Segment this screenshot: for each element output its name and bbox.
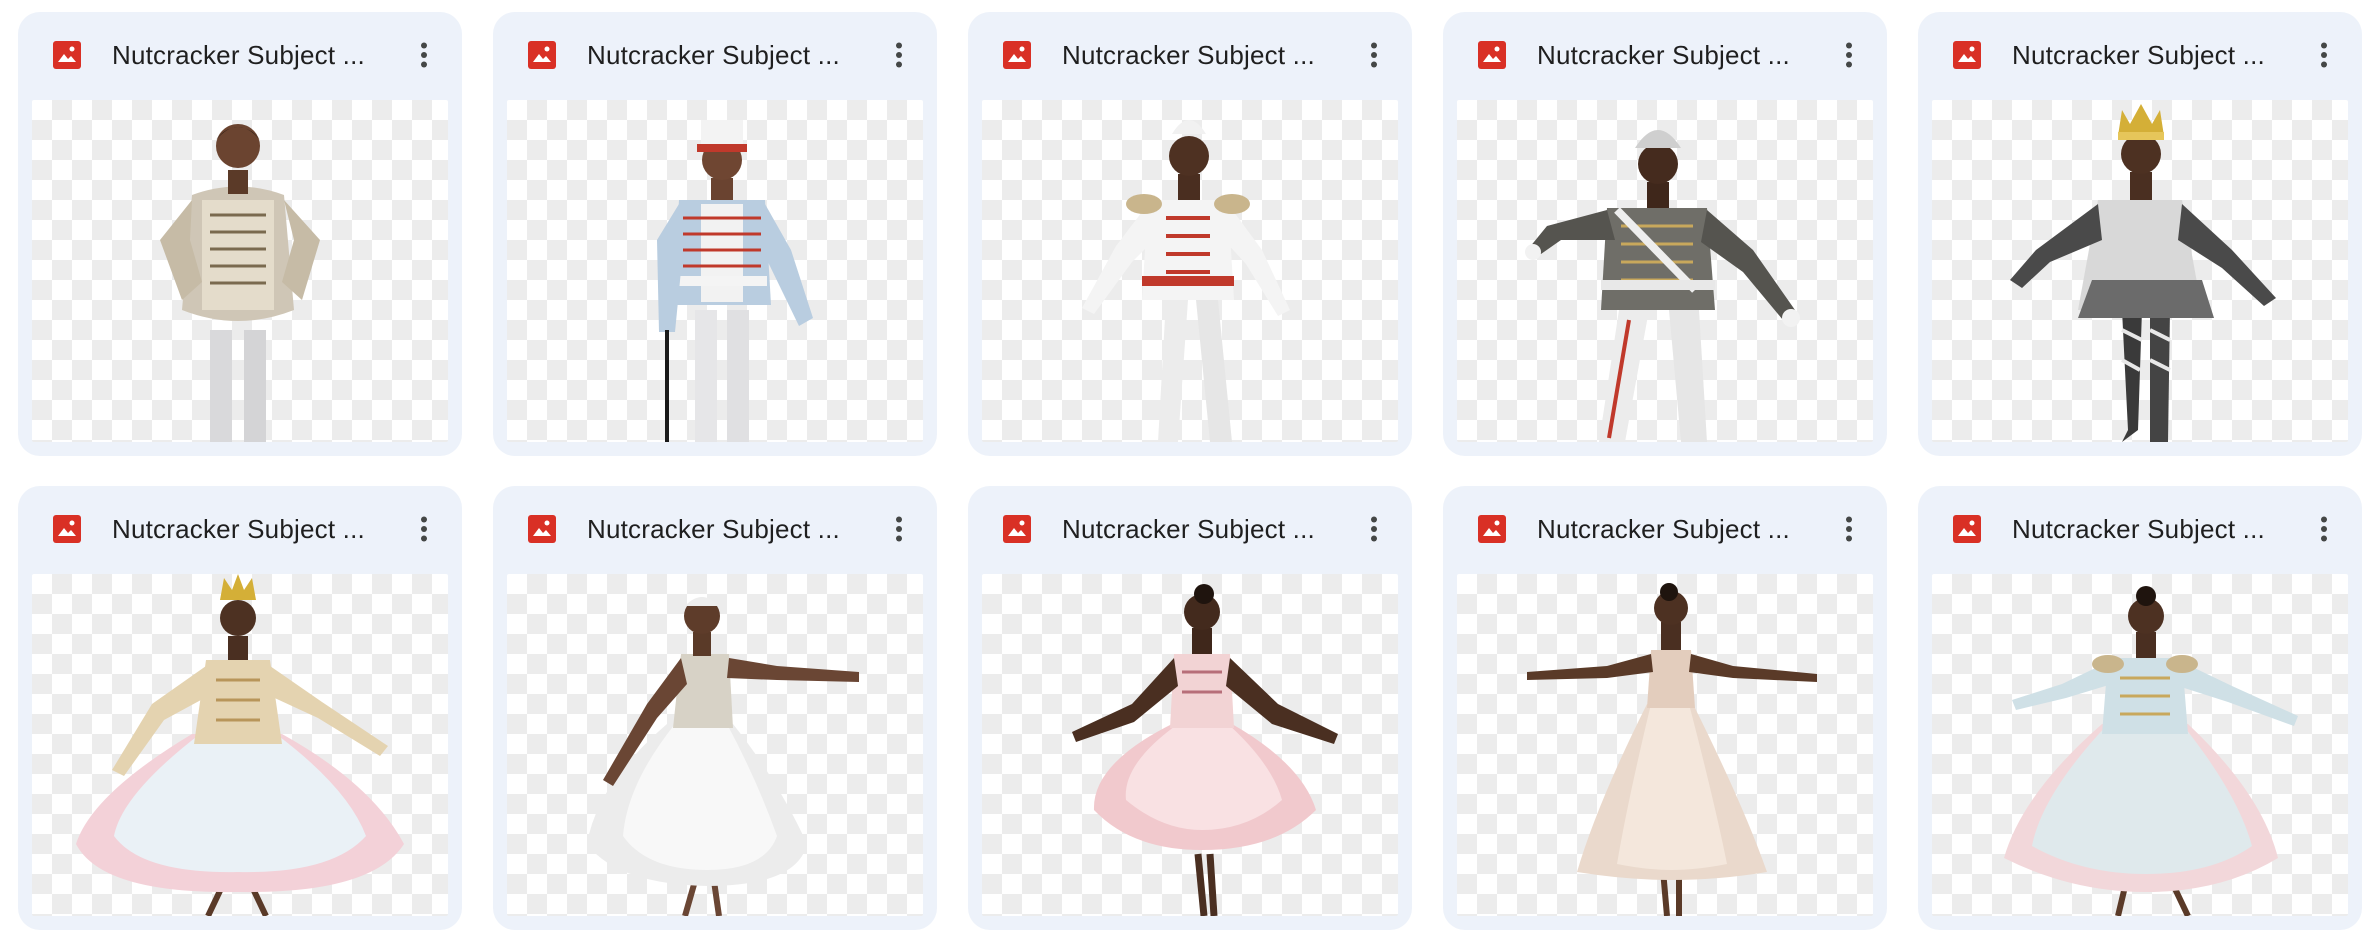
image-file-icon bbox=[1478, 41, 1506, 69]
image-file-icon bbox=[1478, 515, 1506, 543]
more-vert-icon bbox=[1846, 42, 1853, 68]
file-card-header: Nutcracker Subject ... bbox=[1918, 12, 2362, 98]
figure-boy-red-white-uniform bbox=[1082, 120, 1290, 442]
more-vert-icon bbox=[1846, 516, 1853, 542]
file-card[interactable]: Nutcracker Subject ... bbox=[18, 486, 462, 930]
file-card-header: Nutcracker Subject ... bbox=[1443, 12, 1887, 98]
figure-boy-cream-jacket bbox=[160, 124, 320, 442]
file-card[interactable]: Nutcracker Subject ... bbox=[1443, 486, 1887, 930]
image-file-icon bbox=[1953, 41, 1981, 69]
more-vert-icon bbox=[2321, 42, 2328, 68]
image-thumbnail[interactable] bbox=[32, 574, 448, 916]
image-file-icon bbox=[1003, 515, 1031, 543]
more-options-button[interactable] bbox=[1832, 37, 1867, 73]
figure-boy-grey-gold-uniform bbox=[1525, 130, 1800, 442]
more-vert-icon bbox=[2321, 516, 2328, 542]
more-options-button[interactable] bbox=[2307, 37, 2342, 73]
image-file-icon bbox=[53, 515, 81, 543]
file-card[interactable]: Nutcracker Subject ... bbox=[18, 12, 462, 456]
file-card[interactable]: Nutcracker Subject ... bbox=[1443, 12, 1887, 456]
file-title: Nutcracker Subject ... bbox=[112, 39, 365, 70]
image-thumbnail[interactable] bbox=[982, 100, 1398, 442]
image-thumbnail[interactable] bbox=[1932, 100, 2348, 442]
file-card-header: Nutcracker Subject ... bbox=[968, 12, 1412, 98]
more-options-button[interactable] bbox=[1357, 37, 1392, 73]
figure-girl-pink-tutu bbox=[1072, 584, 1338, 916]
file-card-header: Nutcracker Subject ... bbox=[1443, 486, 1887, 572]
file-card[interactable]: Nutcracker Subject ... bbox=[968, 486, 1412, 930]
figure-boy-soldier-blue-cane bbox=[657, 120, 813, 442]
figure-girl-beige-dress bbox=[1527, 583, 1817, 916]
more-vert-icon bbox=[1371, 42, 1378, 68]
image-thumbnail[interactable] bbox=[507, 574, 923, 916]
image-thumbnail[interactable] bbox=[507, 100, 923, 442]
more-vert-icon bbox=[896, 42, 903, 68]
file-grid: Nutcracker Subject ... Nutcracker Subjec… bbox=[18, 12, 2362, 930]
more-options-button[interactable] bbox=[407, 511, 442, 547]
file-card[interactable]: Nutcracker Subject ... bbox=[968, 12, 1412, 456]
file-title: Nutcracker Subject ... bbox=[2012, 513, 2265, 544]
image-file-icon bbox=[1003, 41, 1031, 69]
file-card[interactable]: Nutcracker Subject ... bbox=[493, 12, 937, 456]
more-vert-icon bbox=[1371, 516, 1378, 542]
file-card-header: Nutcracker Subject ... bbox=[493, 12, 937, 98]
file-title: Nutcracker Subject ... bbox=[587, 513, 840, 544]
figure-boy-crown-striped bbox=[2010, 104, 2276, 442]
image-thumbnail[interactable] bbox=[1457, 100, 1873, 442]
more-options-button[interactable] bbox=[407, 37, 442, 73]
file-card[interactable]: Nutcracker Subject ... bbox=[1918, 486, 2362, 930]
file-card-header: Nutcracker Subject ... bbox=[18, 486, 462, 572]
more-options-button[interactable] bbox=[2307, 511, 2342, 547]
file-title: Nutcracker Subject ... bbox=[1062, 513, 1315, 544]
file-card-header: Nutcracker Subject ... bbox=[493, 486, 937, 572]
image-thumbnail[interactable] bbox=[1457, 574, 1873, 916]
file-title: Nutcracker Subject ... bbox=[1537, 513, 1790, 544]
file-card-header: Nutcracker Subject ... bbox=[968, 486, 1412, 572]
image-file-icon bbox=[528, 41, 556, 69]
file-title: Nutcracker Subject ... bbox=[1537, 39, 1790, 70]
image-file-icon bbox=[1953, 515, 1981, 543]
file-card-header: Nutcracker Subject ... bbox=[18, 12, 462, 98]
file-card[interactable]: Nutcracker Subject ... bbox=[1918, 12, 2362, 456]
more-options-button[interactable] bbox=[1832, 511, 1867, 547]
figure-girl-crown-pink-dress bbox=[76, 574, 404, 916]
more-options-button[interactable] bbox=[1357, 511, 1392, 547]
file-title: Nutcracker Subject ... bbox=[112, 513, 365, 544]
file-title: Nutcracker Subject ... bbox=[2012, 39, 2265, 70]
image-thumbnail[interactable] bbox=[32, 100, 448, 442]
more-vert-icon bbox=[896, 516, 903, 542]
image-file-icon bbox=[53, 41, 81, 69]
image-thumbnail[interactable] bbox=[1932, 574, 2348, 916]
image-file-icon bbox=[528, 515, 556, 543]
file-title: Nutcracker Subject ... bbox=[587, 39, 840, 70]
figure-girl-white-tutu bbox=[587, 597, 859, 916]
file-card-header: Nutcracker Subject ... bbox=[1918, 486, 2362, 572]
figure-girl-blue-jacket-dress bbox=[2004, 586, 2298, 916]
file-title: Nutcracker Subject ... bbox=[1062, 39, 1315, 70]
image-thumbnail[interactable] bbox=[982, 574, 1398, 916]
file-card[interactable]: Nutcracker Subject ... bbox=[493, 486, 937, 930]
more-options-button[interactable] bbox=[882, 37, 917, 73]
more-vert-icon bbox=[421, 516, 428, 542]
more-vert-icon bbox=[421, 42, 428, 68]
more-options-button[interactable] bbox=[882, 511, 917, 547]
